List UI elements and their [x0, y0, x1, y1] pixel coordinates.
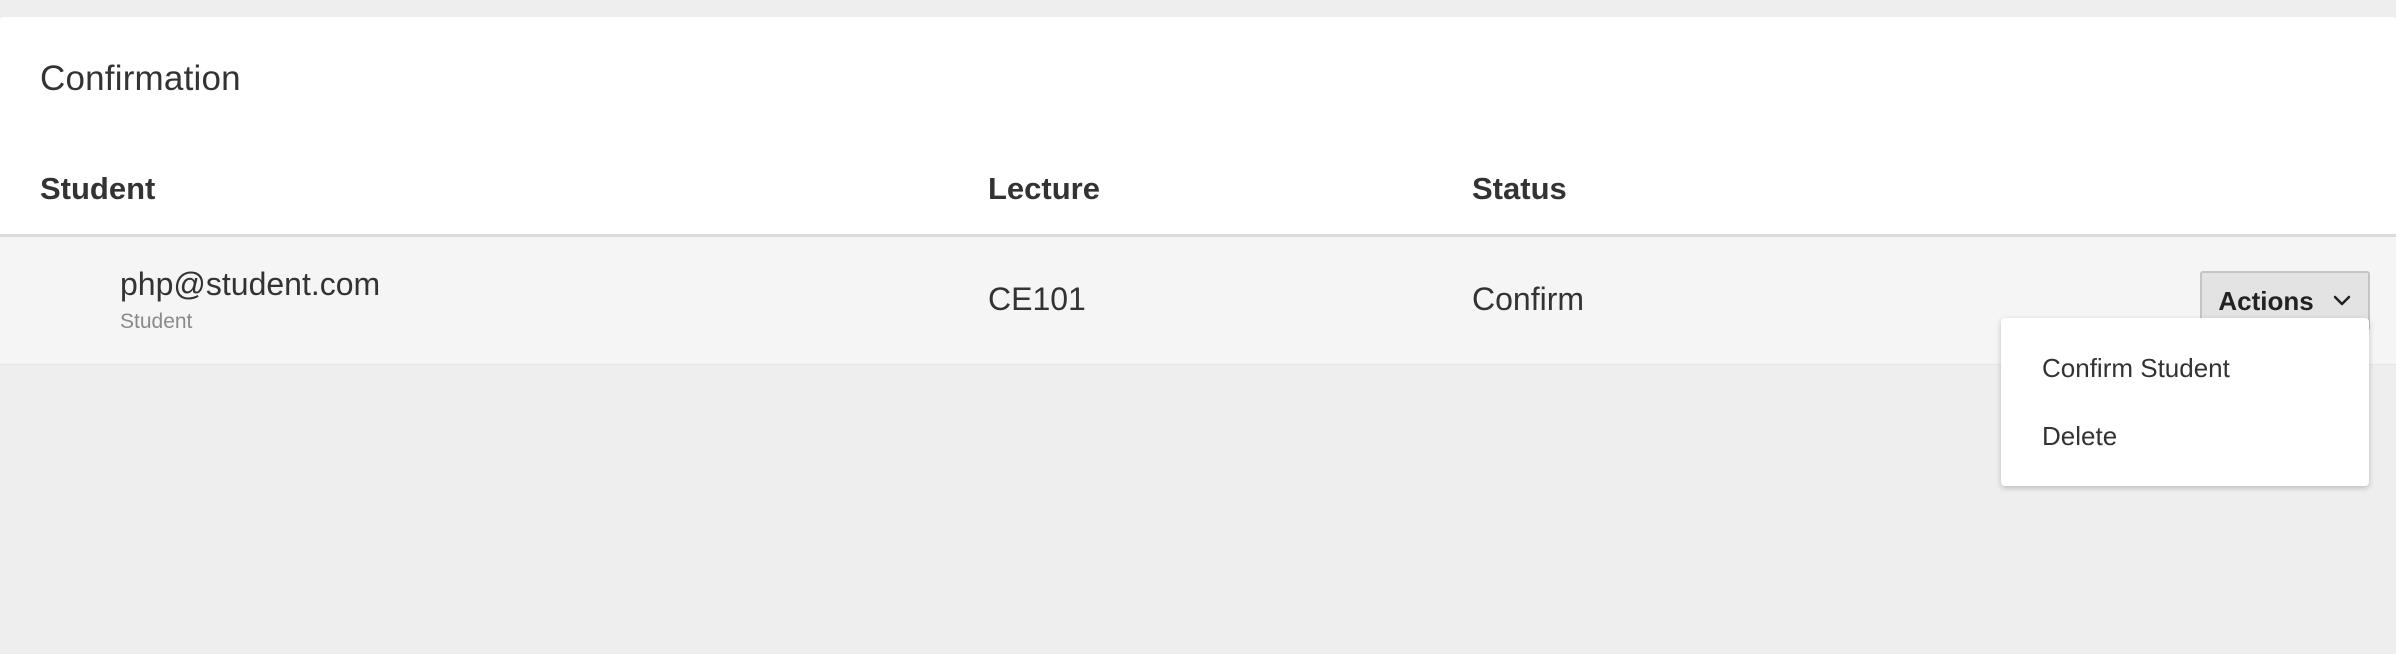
column-header-lecture: Lecture [988, 171, 1100, 206]
actions-dropdown-menu: Confirm Student Delete [2001, 318, 2369, 486]
chevron-down-icon [2332, 294, 2352, 308]
student-email: php@student.com [120, 266, 381, 302]
menu-item-confirm-student[interactable]: Confirm Student [2042, 353, 2230, 384]
lecture-cell: CE101 [988, 281, 1086, 317]
confirmation-card: Confirmation Student Lecture Status php@… [0, 17, 2396, 365]
column-header-status: Status [1472, 171, 1567, 206]
student-role: Student [120, 310, 193, 333]
column-header-student: Student [40, 171, 156, 206]
status-cell: Confirm [1472, 281, 1585, 317]
actions-button-label: Actions [2218, 285, 2314, 316]
menu-item-delete[interactable]: Delete [2042, 421, 2117, 452]
card-title: Confirmation [40, 59, 241, 98]
table-header: Student Lecture Status [0, 147, 2396, 237]
